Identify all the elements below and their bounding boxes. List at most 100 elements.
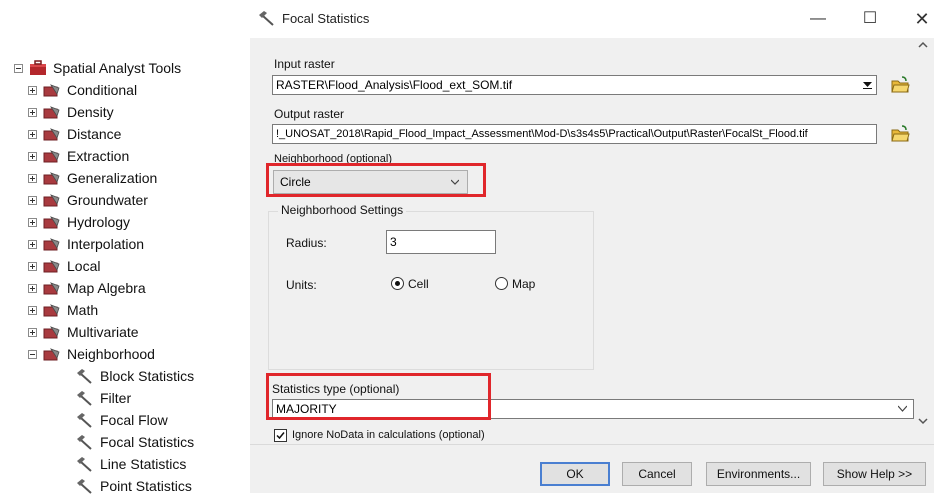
unit-cell-radio[interactable]	[391, 277, 404, 290]
tree-item-toolset[interactable]: Groundwater	[28, 190, 148, 210]
tree-item-toolset[interactable]: Distance	[28, 124, 121, 144]
chevron-down-icon[interactable]	[860, 77, 874, 93]
expand-icon[interactable]	[28, 283, 37, 293]
tree-item-label: Hydrology	[67, 214, 131, 230]
tree-item-toolset[interactable]: Math	[28, 300, 98, 320]
chevron-down-icon[interactable]	[898, 405, 907, 412]
toolset-icon	[43, 282, 60, 295]
input-raster-label: Input raster	[274, 57, 335, 71]
expand-icon[interactable]	[28, 239, 37, 249]
expand-icon[interactable]	[28, 305, 37, 315]
toolset-icon	[43, 326, 60, 339]
ignore-nodata-label[interactable]: Ignore NoData in calculations (optional)	[292, 429, 485, 441]
environments-button[interactable]: Environments...	[706, 462, 811, 486]
toolset-icon	[43, 84, 60, 97]
toolset-icon	[43, 194, 60, 207]
minimize-button[interactable]: —	[798, 6, 838, 32]
expand-icon[interactable]	[28, 107, 37, 117]
expand-icon[interactable]	[28, 261, 37, 271]
tree-item-tool[interactable]: Focal Statistics	[76, 432, 194, 452]
unit-map-label[interactable]: Map	[512, 277, 535, 291]
hammer-tool-icon	[77, 391, 92, 406]
tree-item-tool[interactable]: Block Statistics	[76, 366, 194, 386]
tree-item-tool[interactable]: Line Statistics	[76, 454, 186, 474]
tree-item-toolset[interactable]: Map Algebra	[28, 278, 146, 298]
unit-map-radio[interactable]	[495, 277, 508, 290]
tree-item-tool[interactable]: Focal Flow	[76, 410, 168, 430]
tree-item-label: Filter	[100, 390, 132, 406]
close-button[interactable]: ✕	[902, 6, 934, 32]
tree-item-spatial-analyst-tools[interactable]: Spatial Analyst Tools	[14, 58, 181, 78]
maximize-button[interactable]: ☐	[850, 6, 890, 32]
toolset-icon	[43, 172, 60, 185]
chevron-down-icon	[451, 179, 459, 185]
tree-item-label: Local	[67, 258, 101, 274]
tree-item-label: Neighborhood	[67, 346, 155, 362]
toolset-icon	[43, 304, 60, 317]
hammer-tool-icon	[77, 413, 92, 428]
tree-item-label: Spatial Analyst Tools	[53, 60, 182, 76]
tree-item-toolset[interactable]: Neighborhood	[28, 344, 155, 364]
tree-item-toolset[interactable]: Hydrology	[28, 212, 130, 232]
ignore-nodata-checkbox[interactable]	[274, 429, 287, 442]
toolset-icon	[43, 260, 60, 273]
tree-item-toolset[interactable]: Local	[28, 256, 100, 276]
statistics-type-dropdown[interactable]: MAJORITY	[272, 399, 914, 419]
browse-output-folder-icon[interactable]	[890, 124, 910, 144]
tree-item-label: Extraction	[67, 148, 130, 164]
tree-item-label: Interpolation	[67, 236, 145, 252]
radius-input[interactable]: 3	[386, 230, 496, 254]
scroll-up-icon[interactable]	[918, 40, 928, 50]
tree-item-label: Math	[67, 302, 99, 318]
tree-item-label: Generalization	[67, 170, 158, 186]
input-raster-field[interactable]: RASTER\Flood_Analysis\Flood_ext_SOM.tif	[272, 75, 877, 95]
toolset-icon	[43, 128, 60, 141]
radius-label: Radius:	[286, 236, 327, 250]
expand-icon[interactable]	[28, 217, 37, 227]
tree-item-toolset[interactable]: Extraction	[28, 146, 129, 166]
tree-item-toolset[interactable]: Generalization	[28, 168, 157, 188]
collapse-icon[interactable]	[14, 63, 23, 73]
collapse-icon[interactable]	[28, 349, 37, 359]
expand-icon[interactable]	[28, 129, 37, 139]
show-help-button[interactable]: Show Help >>	[823, 462, 926, 486]
title-bar[interactable]: Focal Statistics — ☐ ✕	[250, 0, 934, 38]
scroll-down-icon[interactable]	[918, 416, 928, 426]
tree-item-label: Multivariate	[67, 324, 139, 340]
toolset-icon	[43, 106, 60, 119]
footer-separator	[250, 444, 934, 445]
tree-item-tool[interactable]: Point Statistics	[76, 476, 192, 496]
hammer-tool-icon	[77, 457, 92, 472]
neighborhood-dropdown[interactable]: Circle	[273, 170, 468, 194]
unit-cell-label[interactable]: Cell	[408, 277, 429, 291]
browse-input-folder-icon[interactable]	[890, 75, 910, 95]
tree-item-tool[interactable]: Filter	[76, 388, 131, 408]
toolbox-icon	[30, 60, 46, 75]
cancel-button[interactable]: Cancel	[622, 462, 692, 486]
hammer-tool-icon	[77, 435, 92, 450]
tree-item-toolset[interactable]: Conditional	[28, 80, 137, 100]
tree-item-toolset[interactable]: Density	[28, 102, 114, 122]
expand-icon[interactable]	[28, 173, 37, 183]
vertical-scrollbar[interactable]	[914, 38, 934, 433]
dialog-title: Focal Statistics	[282, 11, 370, 26]
tree-item-label: Focal Flow	[100, 412, 168, 428]
tree-item-label: Groundwater	[67, 192, 148, 208]
expand-icon[interactable]	[28, 327, 37, 337]
expand-icon[interactable]	[28, 151, 37, 161]
tree-item-label: Distance	[67, 126, 122, 142]
statistics-type-value: MAJORITY	[276, 402, 337, 416]
hammer-tool-icon	[77, 479, 92, 494]
tree-item-label: Focal Statistics	[100, 434, 195, 450]
tree-item-toolset[interactable]: Interpolation	[28, 234, 144, 254]
ok-button[interactable]: OK	[540, 462, 610, 486]
expand-icon[interactable]	[28, 195, 37, 205]
tree-item-toolset[interactable]: Multivariate	[28, 322, 139, 342]
output-raster-field[interactable]: !_UNOSAT_2018\Rapid_Flood_Impact_Assessm…	[272, 124, 877, 144]
units-label: Units:	[286, 278, 317, 292]
tree-item-label: Conditional	[67, 82, 138, 98]
expand-icon[interactable]	[28, 85, 37, 95]
neighborhood-label: Neighborhood (optional)	[274, 153, 393, 165]
statistics-type-label: Statistics type (optional)	[272, 382, 400, 396]
output-raster-label: Output raster	[274, 107, 345, 121]
